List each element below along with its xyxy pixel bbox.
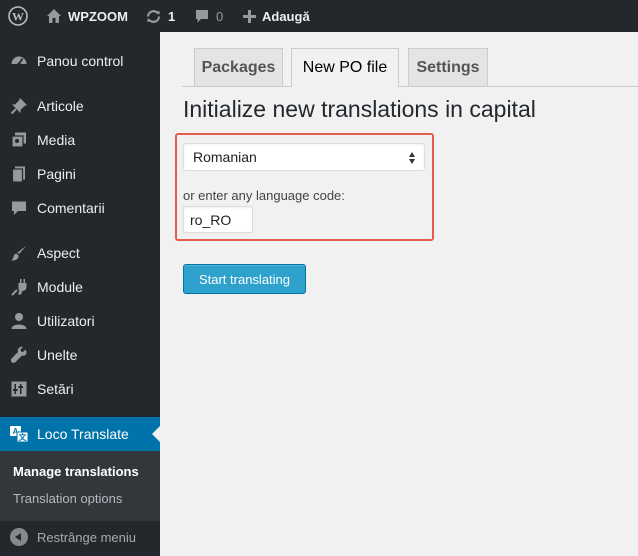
refresh-icon — [146, 9, 161, 23]
wordpress-icon: W — [8, 6, 28, 26]
sidebar-item-tools[interactable]: Unelte — [0, 338, 160, 372]
settings-icon — [0, 380, 36, 398]
sidebar-item-label: Panou control — [37, 53, 124, 69]
tab-settings[interactable]: Settings — [408, 48, 488, 86]
language-code-input[interactable] — [183, 206, 253, 233]
site-name-link[interactable]: WPZOOM — [46, 0, 128, 32]
tabs-underline — [182, 86, 638, 87]
language-code-label: or enter any language code: — [183, 188, 345, 203]
pages-icon — [0, 165, 36, 183]
updates-link[interactable]: 1 — [145, 0, 175, 32]
add-new-label: Adaugă — [262, 8, 310, 24]
home-icon — [47, 9, 61, 23]
comment-icon — [0, 199, 36, 217]
comments-link[interactable]: 0 — [194, 0, 223, 32]
collapse-menu-button[interactable]: Restrânge meniu — [0, 520, 160, 554]
sidebar-item-label: Loco Translate — [37, 426, 129, 442]
sidebar-item-label: Media — [37, 132, 76, 148]
sidebar-item-media[interactable]: Media — [0, 123, 160, 157]
sidebar-item-label: Utilizatori — [37, 313, 95, 329]
add-new-link[interactable]: Adaugă — [243, 0, 310, 32]
media-icon — [0, 131, 36, 149]
sidebar-item-settings[interactable]: Setări — [0, 372, 160, 406]
tab-new-po-file[interactable]: New PO file — [291, 48, 399, 87]
dashboard-icon — [0, 52, 36, 70]
updates-count: 1 — [168, 8, 176, 24]
tab-packages[interactable]: Packages — [194, 48, 283, 86]
admin-bar: W WPZOOM 1 0 Adaugă — [0, 0, 638, 32]
sidebar-item-loco-translate[interactable]: A文 Loco Translate — [0, 417, 160, 451]
sidebar-item-comments[interactable]: Comentarii — [0, 191, 160, 225]
start-translating-button[interactable]: Start translating — [183, 264, 306, 294]
loco-submenu: Manage translations Translation options — [0, 451, 160, 521]
plus-icon — [243, 9, 256, 23]
sidebar-item-label: Pagini — [37, 166, 76, 182]
sidebar-item-pages[interactable]: Pagini — [0, 157, 160, 191]
collapse-menu-label: Restrânge meniu — [37, 529, 136, 545]
sidebar-item-label: Aspect — [37, 245, 80, 261]
sidebar-item-label: Module — [37, 279, 83, 295]
language-select[interactable]: Romanian — [183, 143, 425, 171]
translate-icon: A文 — [0, 425, 36, 443]
language-select-value: Romanian — [193, 149, 257, 165]
wordpress-logo-button[interactable]: W — [8, 0, 28, 32]
comments-count: 0 — [216, 8, 224, 24]
svg-text:W: W — [12, 10, 24, 24]
admin-sidebar: Panou control Articole Media Pagini Come… — [0, 32, 160, 556]
user-icon — [0, 312, 36, 330]
sidebar-item-dashboard[interactable]: Panou control — [0, 44, 160, 78]
submenu-translation-options[interactable]: Translation options — [13, 491, 122, 506]
sidebar-item-plugins[interactable]: Module — [0, 270, 160, 304]
sidebar-item-label: Setări — [37, 381, 74, 397]
sidebar-item-appearance[interactable]: Aspect — [0, 236, 160, 270]
plugin-icon — [0, 278, 36, 296]
sidebar-item-label: Articole — [37, 98, 84, 114]
comment-bubble-icon — [196, 10, 208, 23]
page-title: Initialize new translations in capital — [183, 96, 536, 122]
sidebar-item-label: Unelte — [37, 347, 78, 363]
sidebar-item-users[interactable]: Utilizatori — [0, 304, 160, 338]
sidebar-item-posts[interactable]: Articole — [0, 89, 160, 123]
brush-icon — [0, 244, 36, 262]
select-arrows-icon — [409, 152, 416, 164]
wrench-icon — [0, 346, 36, 364]
pin-icon — [0, 97, 36, 115]
collapse-arrow-icon — [10, 528, 28, 546]
site-name: WPZOOM — [68, 8, 128, 24]
sidebar-item-label: Comentarii — [37, 200, 105, 216]
submenu-manage-translations[interactable]: Manage translations — [13, 464, 139, 479]
svg-text:文: 文 — [19, 432, 28, 442]
